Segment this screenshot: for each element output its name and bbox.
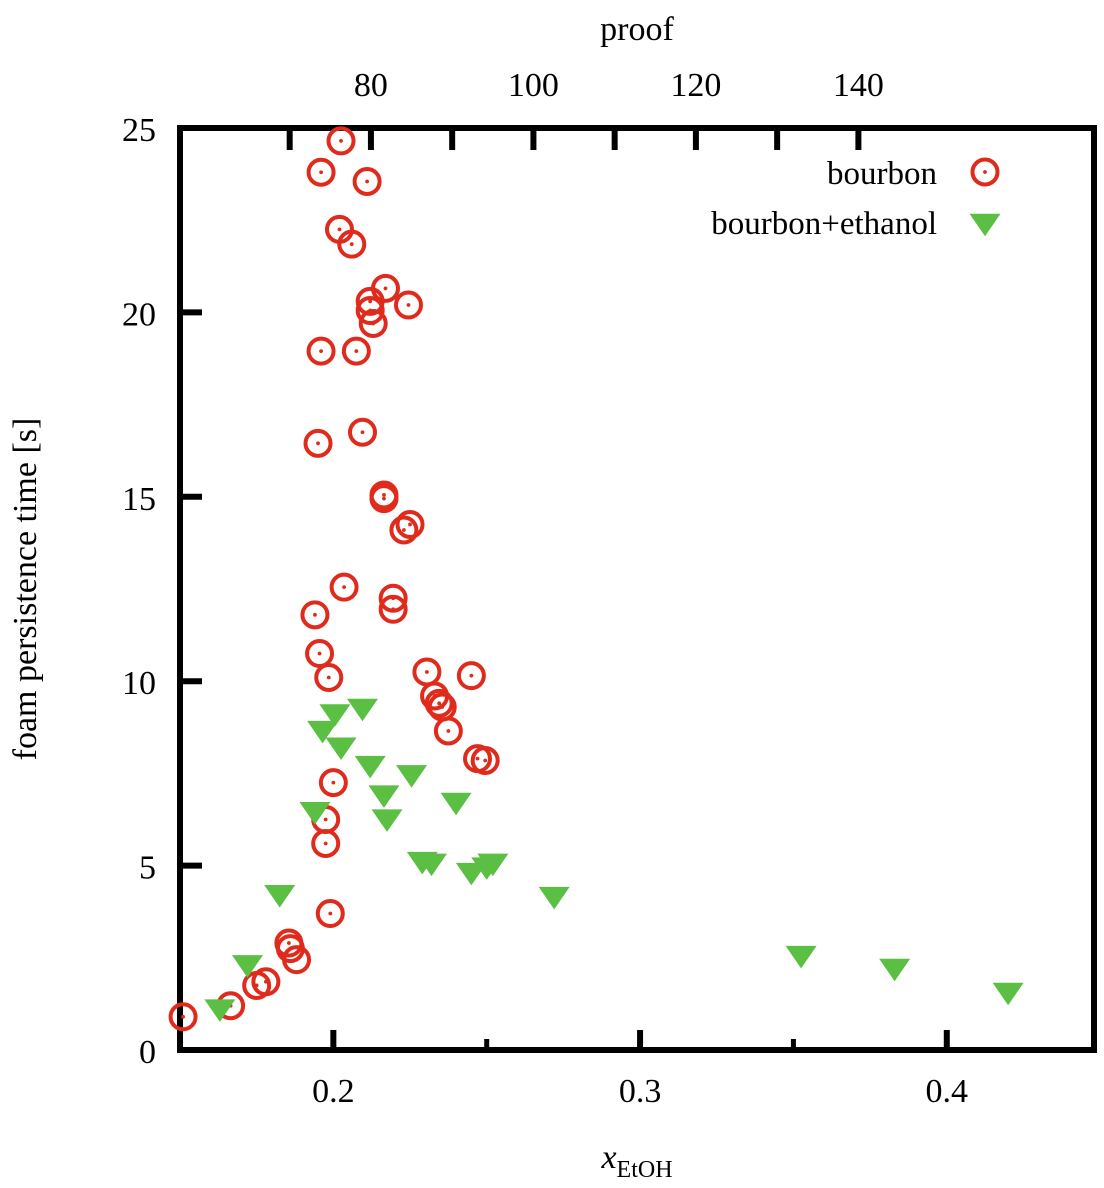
data-point-bourbon-ethanol bbox=[538, 886, 570, 910]
data-point-bourbon bbox=[389, 515, 419, 545]
data-point-bourbon bbox=[456, 661, 486, 691]
data-point-bourbon-ethanol bbox=[371, 809, 403, 832]
marker-center-dot bbox=[319, 170, 323, 175]
top-tick-label: 100 bbox=[508, 67, 559, 104]
marker-center-dot bbox=[475, 756, 480, 761]
data-point-bourbon bbox=[300, 600, 330, 630]
top-tick-label: 140 bbox=[833, 67, 884, 104]
data-point-bourbon bbox=[433, 716, 463, 746]
x-tick-label: 0.2 bbox=[312, 1073, 355, 1110]
data-point-bourbon bbox=[303, 428, 333, 458]
data-point-bourbon-ethanol bbox=[396, 765, 428, 788]
x-tick-label: 0.3 bbox=[619, 1073, 662, 1110]
marker-center-dot bbox=[349, 242, 354, 247]
data-point-bourbon-ethanol bbox=[264, 885, 296, 908]
marker-center-dot bbox=[317, 651, 322, 656]
marker-center-dot bbox=[181, 1014, 185, 1019]
data-point-bourbon bbox=[395, 509, 425, 539]
marker-center-dot bbox=[337, 227, 342, 232]
marker-center-dot bbox=[331, 780, 336, 785]
marker-center-dot bbox=[286, 941, 291, 945]
marker-center-dot bbox=[446, 729, 451, 733]
x-tick-label: 0.4 bbox=[926, 1073, 969, 1110]
marker-center-dot bbox=[263, 979, 268, 984]
data-point-bourbon-ethanol bbox=[992, 982, 1024, 1006]
marker-center-dot bbox=[339, 139, 343, 143]
y-tick-label: 15 bbox=[122, 481, 156, 518]
data-point-bourbon bbox=[347, 417, 377, 447]
x-axis-title-subscript: EtOH bbox=[617, 1157, 673, 1183]
marker-center-dot bbox=[360, 430, 365, 435]
data-point-bourbon bbox=[311, 828, 341, 858]
marker-center-dot bbox=[406, 303, 411, 307]
top-tick-label: 80 bbox=[354, 67, 388, 104]
data-point-bourbon bbox=[412, 657, 442, 687]
y-tick-label: 10 bbox=[122, 665, 156, 702]
data-point-bourbon bbox=[394, 290, 423, 320]
data-point-bourbon-ethanol bbox=[879, 958, 911, 982]
data-point-bourbon bbox=[314, 663, 344, 693]
marker-center-dot bbox=[408, 522, 412, 527]
marker-center-dot bbox=[323, 817, 328, 822]
top-axis-title: proof bbox=[600, 11, 674, 48]
marker-center-dot bbox=[294, 957, 299, 962]
scatter-plot: 0.2 0.3 0.4 80 100 120 140 0 5 10 15 20 25 proof foam … bbox=[7, 11, 1097, 1183]
x-axis-title-main: x bbox=[600, 1139, 616, 1176]
data-point-bourbon-ethanol bbox=[325, 737, 357, 760]
marker-center-dot bbox=[401, 528, 406, 532]
data-point-bourbon bbox=[326, 126, 356, 156]
data-point-bourbon bbox=[315, 899, 345, 929]
y-tick-label: 5 bbox=[139, 850, 156, 887]
data-point-bourbon bbox=[352, 166, 382, 196]
marker-center-dot bbox=[354, 349, 359, 354]
marker-center-dot bbox=[983, 170, 987, 174]
marker-center-dot bbox=[365, 179, 369, 184]
marker-center-dot bbox=[440, 705, 445, 709]
marker-center-dot bbox=[319, 349, 323, 354]
marker-center-dot bbox=[382, 496, 386, 501]
series-bourbon bbox=[168, 126, 500, 1032]
data-point-bourbon bbox=[329, 572, 359, 602]
marker-center-dot bbox=[383, 286, 388, 291]
data-point-bourbon-ethanol bbox=[354, 755, 386, 779]
y-tick-label: 0 bbox=[139, 1034, 156, 1071]
marker-center-dot bbox=[425, 670, 429, 674]
legend-marker-bourbon bbox=[970, 157, 1000, 187]
legend-label-0: bourbon bbox=[827, 156, 937, 192]
marker-center-dot bbox=[483, 758, 488, 763]
data-point-bourbon bbox=[341, 336, 371, 366]
marker-center-dot bbox=[469, 673, 474, 678]
legend-marker-bourbon-ethanol bbox=[969, 213, 1001, 237]
data-point-bourbon bbox=[305, 639, 335, 669]
data-point-bourbon-ethanol bbox=[368, 785, 400, 808]
data-point-bourbon bbox=[306, 157, 336, 187]
marker-center-dot bbox=[316, 441, 320, 446]
data-point-bourbon-ethanol bbox=[785, 945, 817, 969]
marker-center-dot bbox=[437, 701, 442, 706]
marker-center-dot bbox=[342, 585, 346, 590]
marker-center-dot bbox=[382, 493, 386, 497]
marker-center-dot bbox=[326, 675, 331, 680]
marker-center-dot bbox=[313, 612, 317, 617]
data-point-bourbon-ethanol bbox=[440, 792, 472, 816]
y-tick-label: 25 bbox=[122, 112, 156, 149]
legend-label-1: bourbon+ethanol bbox=[711, 206, 937, 242]
marker-center-dot bbox=[328, 911, 333, 916]
marker-center-dot bbox=[323, 841, 328, 846]
data-point-bourbon bbox=[306, 336, 336, 366]
y-tick-label: 20 bbox=[122, 296, 156, 333]
figure-container: 0.2 0.3 0.4 80 100 120 140 0 5 10 15 20 25 proof foam … bbox=[0, 0, 1104, 1188]
marker-center-dot bbox=[368, 299, 373, 304]
series-bourbon-ethanol bbox=[204, 698, 1024, 1022]
data-point-bourbon bbox=[168, 1002, 198, 1032]
x-axis-title: xEtOH bbox=[600, 1139, 672, 1183]
top-tick-label: 120 bbox=[670, 67, 721, 104]
data-point-bourbon-ethanol bbox=[346, 698, 378, 722]
y-axis-title: foam persistence time [s] bbox=[7, 418, 44, 761]
data-point-bourbon bbox=[318, 768, 348, 798]
marker-center-dot bbox=[391, 607, 396, 612]
